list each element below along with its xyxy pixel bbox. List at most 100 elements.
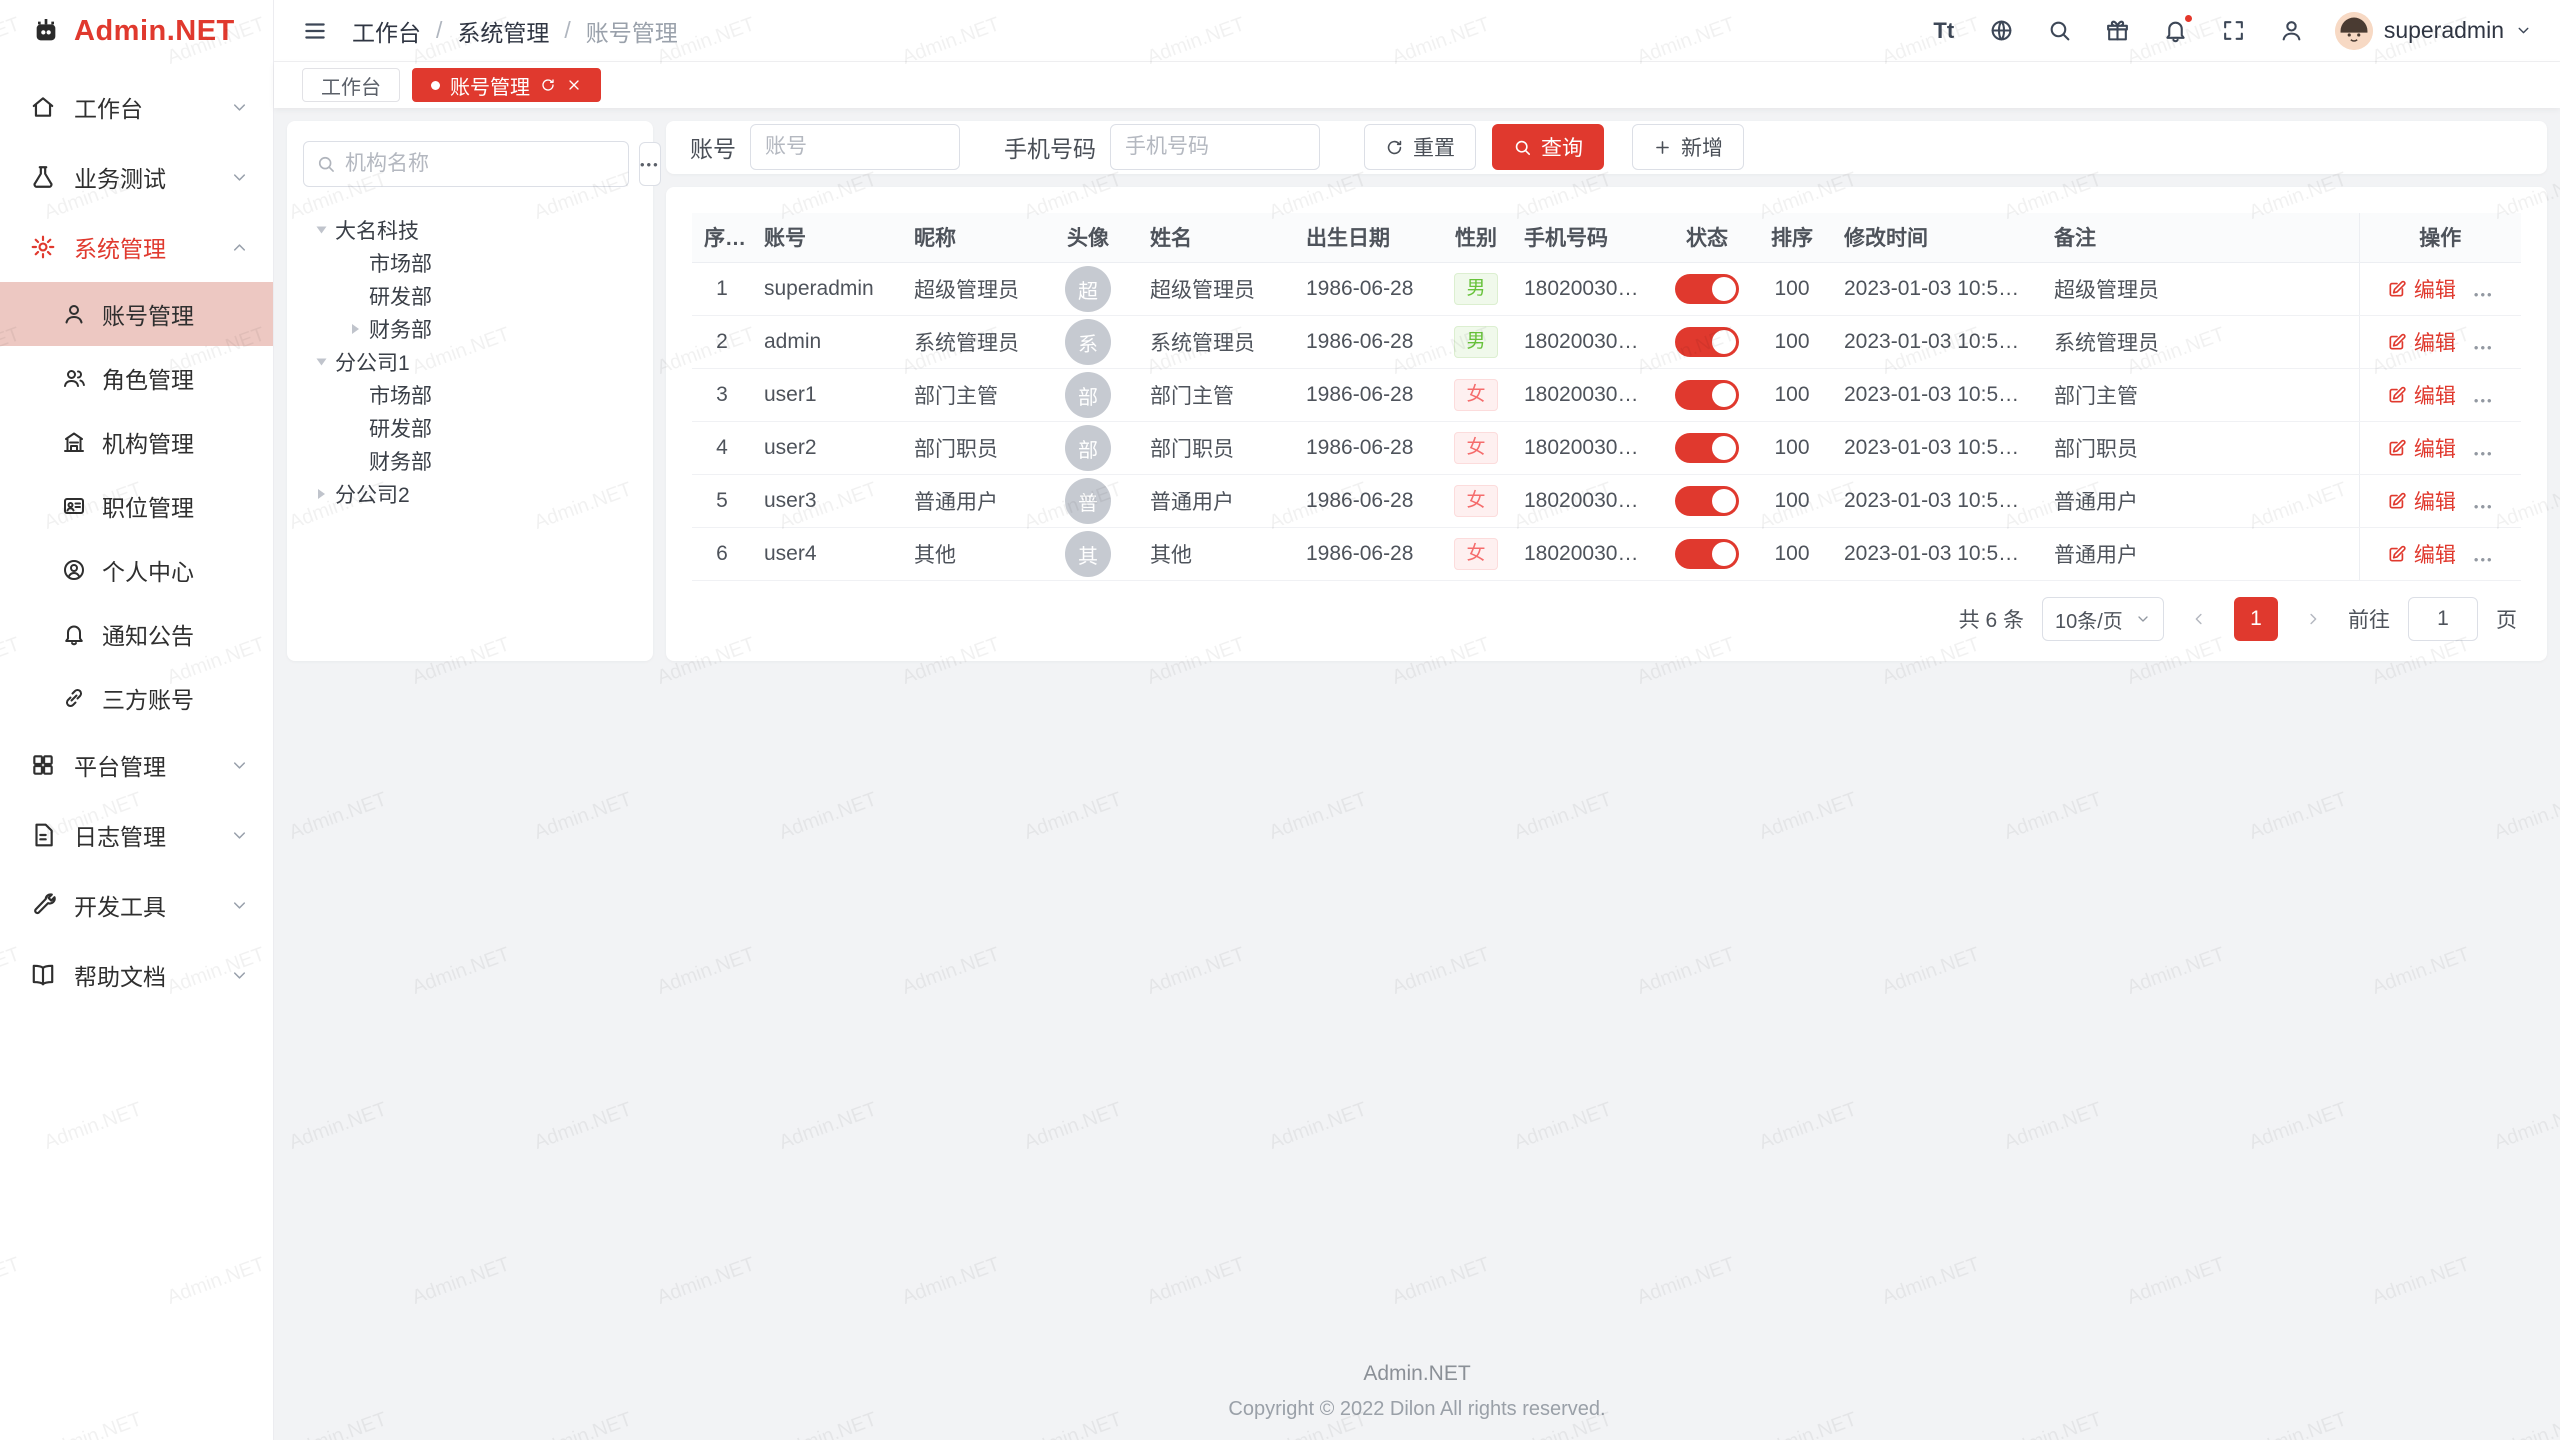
cell-status	[1662, 316, 1752, 369]
tree-more-button[interactable]: •••	[639, 142, 661, 186]
edit-button[interactable]: 编辑	[2387, 327, 2456, 357]
search-icon[interactable]	[2045, 16, 2075, 46]
tree-node[interactable]: 分公司2	[303, 477, 637, 510]
cell-account: user2	[752, 422, 902, 475]
book-icon	[30, 962, 56, 988]
id-card-icon	[62, 494, 86, 518]
prev-page-button[interactable]	[2182, 602, 2216, 636]
cell-actions: 编辑 •••	[2359, 475, 2521, 528]
tab-workbench[interactable]: 工作台	[302, 68, 400, 102]
sidebar-item-business-test[interactable]: 业务测试	[0, 142, 273, 212]
account-input[interactable]	[750, 124, 960, 170]
status-toggle[interactable]	[1675, 327, 1739, 357]
edit-icon	[2387, 332, 2407, 352]
bell-icon	[62, 622, 86, 646]
more-actions-button[interactable]: •••	[2474, 552, 2494, 567]
bell-icon[interactable]	[2161, 16, 2191, 46]
col-remark: 备注	[2042, 213, 2359, 263]
sidebar-item-position-management[interactable]: 职位管理	[0, 474, 273, 538]
user-menu[interactable]: superadmin	[2335, 12, 2532, 50]
phone-input[interactable]	[1110, 124, 1320, 170]
caret-icon[interactable]	[316, 358, 326, 365]
sidebar-item-log-management[interactable]: 日志管理	[0, 800, 273, 870]
org-search-input[interactable]	[345, 152, 616, 176]
breadcrumb-system-management[interactable]: 系统管理	[457, 14, 549, 48]
more-actions-button[interactable]: •••	[2474, 446, 2494, 461]
edit-icon	[2387, 279, 2407, 299]
sidebar-item-notice[interactable]: 通知公告	[0, 602, 273, 666]
edit-button[interactable]: 编辑	[2387, 486, 2456, 516]
tree-node-label: 财务部	[369, 446, 432, 476]
hamburger-menu-icon[interactable]	[302, 18, 328, 44]
cell-birthday: 1986-06-28	[1294, 528, 1440, 581]
chevron-down-icon	[230, 98, 249, 117]
status-toggle[interactable]	[1675, 433, 1739, 463]
sidebar-item-third-party-account[interactable]: 三方账号	[0, 666, 273, 730]
status-toggle[interactable]	[1675, 486, 1739, 516]
avatar: 普	[1065, 478, 1111, 524]
sidebar-item-system-management[interactable]: 系统管理	[0, 212, 273, 282]
tree-node[interactable]: 市场部	[303, 378, 637, 411]
user-icon[interactable]	[2277, 16, 2307, 46]
more-actions-button[interactable]: •••	[2474, 340, 2494, 355]
more-actions-button[interactable]: •••	[2474, 499, 2494, 514]
more-actions-button[interactable]: •••	[2474, 393, 2494, 408]
sidebar-item-label: 三方账号	[102, 681, 194, 715]
edit-button[interactable]: 编辑	[2387, 274, 2456, 304]
status-toggle[interactable]	[1675, 274, 1739, 304]
cell-birthday: 1986-06-28	[1294, 422, 1440, 475]
col-gender: 性别	[1440, 213, 1512, 263]
caret-icon[interactable]	[352, 324, 359, 334]
cell-gender: 男	[1440, 263, 1512, 316]
table-row: 2 admin 系统管理员 系 系统管理员 1986-06-28 男 18020…	[692, 316, 2521, 369]
tree-node[interactable]: 研发部	[303, 279, 637, 312]
chevron-down-icon	[230, 966, 249, 985]
col-account: 账号	[752, 213, 902, 263]
sidebar-item-account-management[interactable]: 账号管理	[0, 282, 273, 346]
cell-name: 超级管理员	[1138, 263, 1294, 316]
reset-button[interactable]: 重置	[1364, 124, 1476, 170]
caret-icon[interactable]	[318, 489, 325, 499]
tree-node[interactable]: 财务部	[303, 444, 637, 477]
tab-account-management[interactable]: 账号管理	[412, 68, 601, 102]
cell-modified: 2023-01-03 10:59:44	[1832, 422, 2042, 475]
refresh-icon[interactable]	[540, 77, 556, 93]
sidebar-item-platform-management[interactable]: 平台管理	[0, 730, 273, 800]
tree-node[interactable]: 分公司1	[303, 345, 637, 378]
sidebar-item-role-management[interactable]: 角色管理	[0, 346, 273, 410]
font-size-icon[interactable]: Tt	[1929, 16, 1959, 46]
sidebar-item-personal-center[interactable]: 个人中心	[0, 538, 273, 602]
sidebar-item-org-management[interactable]: 机构管理	[0, 410, 273, 474]
edit-button[interactable]: 编辑	[2387, 380, 2456, 410]
tree-node[interactable]: 大名科技	[303, 213, 637, 246]
globe-icon[interactable]	[1987, 16, 2017, 46]
status-toggle[interactable]	[1675, 380, 1739, 410]
page-number-button[interactable]: 1	[2234, 597, 2278, 641]
tree-node[interactable]: 研发部	[303, 411, 637, 444]
fullscreen-icon[interactable]	[2219, 16, 2249, 46]
tree-node[interactable]: 财务部	[303, 312, 637, 345]
sidebar-item-workbench[interactable]: 工作台	[0, 72, 273, 142]
next-page-button[interactable]	[2296, 602, 2330, 636]
cell-phone: 18020030720	[1512, 263, 1662, 316]
sidebar-item-help-docs[interactable]: 帮助文档	[0, 940, 273, 1010]
more-actions-button[interactable]: •••	[2474, 287, 2494, 302]
page-size-select[interactable]: 10条/页	[2042, 597, 2164, 641]
user-circle-icon	[62, 558, 86, 582]
sidebar-item-dev-tools[interactable]: 开发工具	[0, 870, 273, 940]
caret-icon[interactable]	[316, 226, 326, 233]
add-button[interactable]: 新增	[1632, 124, 1744, 170]
goto-page-input[interactable]	[2408, 597, 2478, 641]
tree-node-label: 财务部	[369, 314, 432, 344]
gift-icon[interactable]	[2103, 16, 2133, 46]
edit-button[interactable]: 编辑	[2387, 539, 2456, 569]
cell-remark: 系统管理员	[2042, 316, 2359, 369]
query-button[interactable]: 查询	[1492, 124, 1604, 170]
cell-index: 5	[692, 475, 752, 528]
close-icon[interactable]	[566, 77, 582, 93]
breadcrumb-workbench[interactable]: 工作台	[352, 14, 421, 48]
tree-node[interactable]: 市场部	[303, 246, 637, 279]
edit-button[interactable]: 编辑	[2387, 433, 2456, 463]
status-toggle[interactable]	[1675, 539, 1739, 569]
sidebar-item-label: 开发工具	[74, 888, 166, 922]
